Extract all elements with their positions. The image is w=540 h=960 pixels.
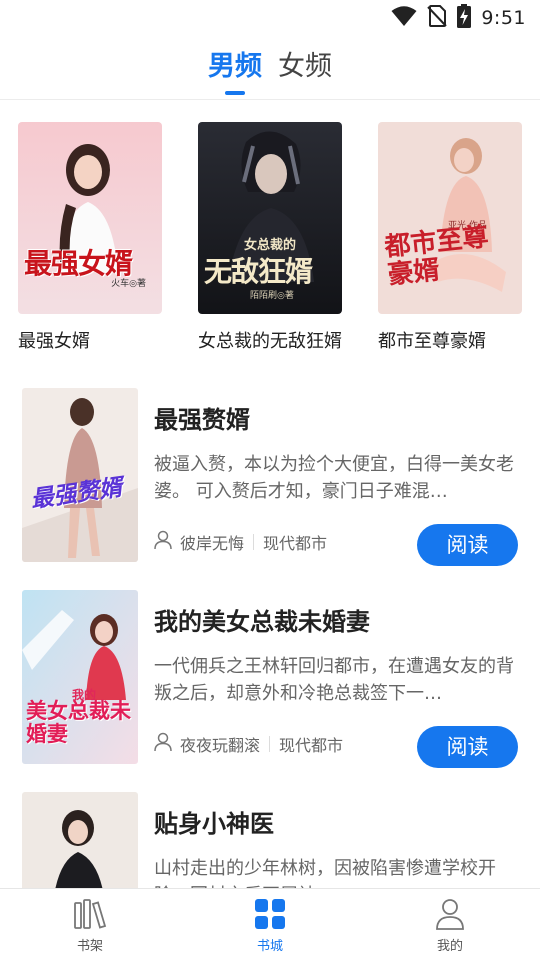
book-cover[interactable]: 女总裁的 无敌狂婿 陌陌刷◎著 [198,122,342,314]
status-bar: 9:51 [0,0,540,36]
wifi-icon [391,5,417,31]
book-category: 现代都市 [279,736,344,755]
nav-profile[interactable]: 我的 [360,889,540,960]
tab-male-channel[interactable]: 男频 [208,44,262,95]
tab-label: 女频 [278,51,332,82]
book-list-item[interactable]: 贴身小神医 山村走出的少年林树，因被陷害惨遭学校开除，回村之后再展神 [22,792,522,888]
bookstore-grid-icon [252,897,288,931]
featured-book-item[interactable]: 最强女婿 火车◎著 最强女婿 [18,122,162,353]
book-category: 现代都市 [263,534,328,553]
tab-label: 男频 [208,51,262,82]
user-icon [154,732,172,756]
read-button[interactable]: 阅读 [417,524,518,566]
book-description: 山村走出的少年林树，因被陷害惨遭学校开除，回村之后再展神 [154,858,496,888]
channel-tabs: 男频 女频 [0,44,540,100]
meta-divider [253,534,255,550]
cover-author-text: 陌陌刷◎著 [250,291,294,301]
bookshelf-icon [72,897,108,931]
nav-label: 我的 [436,939,463,954]
book-title: 我的美女总裁未婚妻 [154,608,370,636]
book-cover[interactable]: 亚光 作品 都市至尊豪婿 [378,122,522,314]
cover-title-text: 无敌狂婿 [204,255,313,288]
cover-author-text: 火车◎著 [111,279,146,289]
book-meta: 彼岸无悔 现代都市 [154,526,327,558]
book-cover[interactable]: 最强赘婿 [22,388,138,562]
book-info: 我的美女总裁未婚妻 一代佣兵之王林轩回归都市，在遭遇女友的背叛之后，却意外和冷艳… [154,590,520,707]
nav-bookshelf[interactable]: 书架 [0,889,180,960]
featured-book-item[interactable]: 亚光 作品 都市至尊豪婿 都市至尊豪婿 [378,122,522,353]
book-cover[interactable]: 最强女婿 火车◎著 [18,122,162,314]
profile-icon [432,897,468,931]
book-info: 最强赘婿 被逼入赘，本以为捡个大便宜，白得一美女老婆。 可入赘后才知，豪门日子难… [154,388,520,505]
user-icon [154,530,172,554]
bottom-navigation: 书架 书城 我的 [0,888,540,960]
featured-book-title: 最强女婿 [18,331,90,352]
book-cover[interactable]: 我的 美女总裁未婚妻 [22,590,138,764]
header-divider [0,99,540,100]
book-description: 被逼入赘，本以为捡个大便宜，白得一美女老婆。 可入赘后才知，豪门日子难混… [154,454,514,502]
cover-title-text: 都市至尊豪婿 [383,222,490,291]
meta-divider [269,736,271,752]
no-sim-icon [427,4,448,32]
read-button[interactable]: 阅读 [417,726,518,768]
status-time: 9:51 [481,7,526,29]
active-tab-indicator [225,91,245,95]
book-title: 最强赘婿 [154,406,250,434]
author-name: 彼岸无悔 [180,534,245,553]
featured-book-title: 都市至尊豪婿 [378,331,486,352]
status-icons: 9:51 [391,4,526,32]
author-name: 夜夜玩翻滚 [180,736,261,755]
book-list-item[interactable]: 最强赘婿 最强赘婿 被逼入赘，本以为捡个大便宜，白得一美女老婆。 可入赘后才知，… [22,388,522,566]
cover-title-text: 美女总裁未婚妻 [26,699,131,746]
nav-label: 书架 [76,939,103,954]
author: 夜夜玩翻滚 [154,732,260,756]
book-list-item[interactable]: 我的 美女总裁未婚妻 我的美女总裁未婚妻 一代佣兵之王林轩回归都市，在遭遇女友的… [22,590,522,768]
nav-label: 书城 [256,939,283,954]
featured-book-title: 女总裁的无敌狂婿 [198,331,342,352]
tab-female-channel[interactable]: 女频 [278,44,332,92]
author: 彼岸无悔 [154,530,244,554]
book-description: 一代佣兵之王林轩回归都市，在遭遇女友的背叛之后，却意外和冷艳总裁签下一… [154,656,514,704]
featured-book-item[interactable]: 女总裁的 无敌狂婿 陌陌刷◎著 女总裁的无敌狂婿 [198,122,342,353]
nav-bookstore[interactable]: 书城 [180,889,360,960]
book-cover[interactable] [22,792,138,888]
featured-books: 最强女婿 火车◎著 最强女婿 女总裁的 无敌狂婿 陌陌刷◎著 女总裁的无敌狂婿 [18,122,528,362]
book-meta: 夜夜玩翻滚 现代都市 [154,728,343,760]
book-info: 贴身小神医 山村走出的少年林树，因被陷害惨遭学校开除，回村之后再展神 [154,792,520,888]
book-title: 贴身小神医 [154,810,274,838]
battery-charging-icon [457,4,472,32]
